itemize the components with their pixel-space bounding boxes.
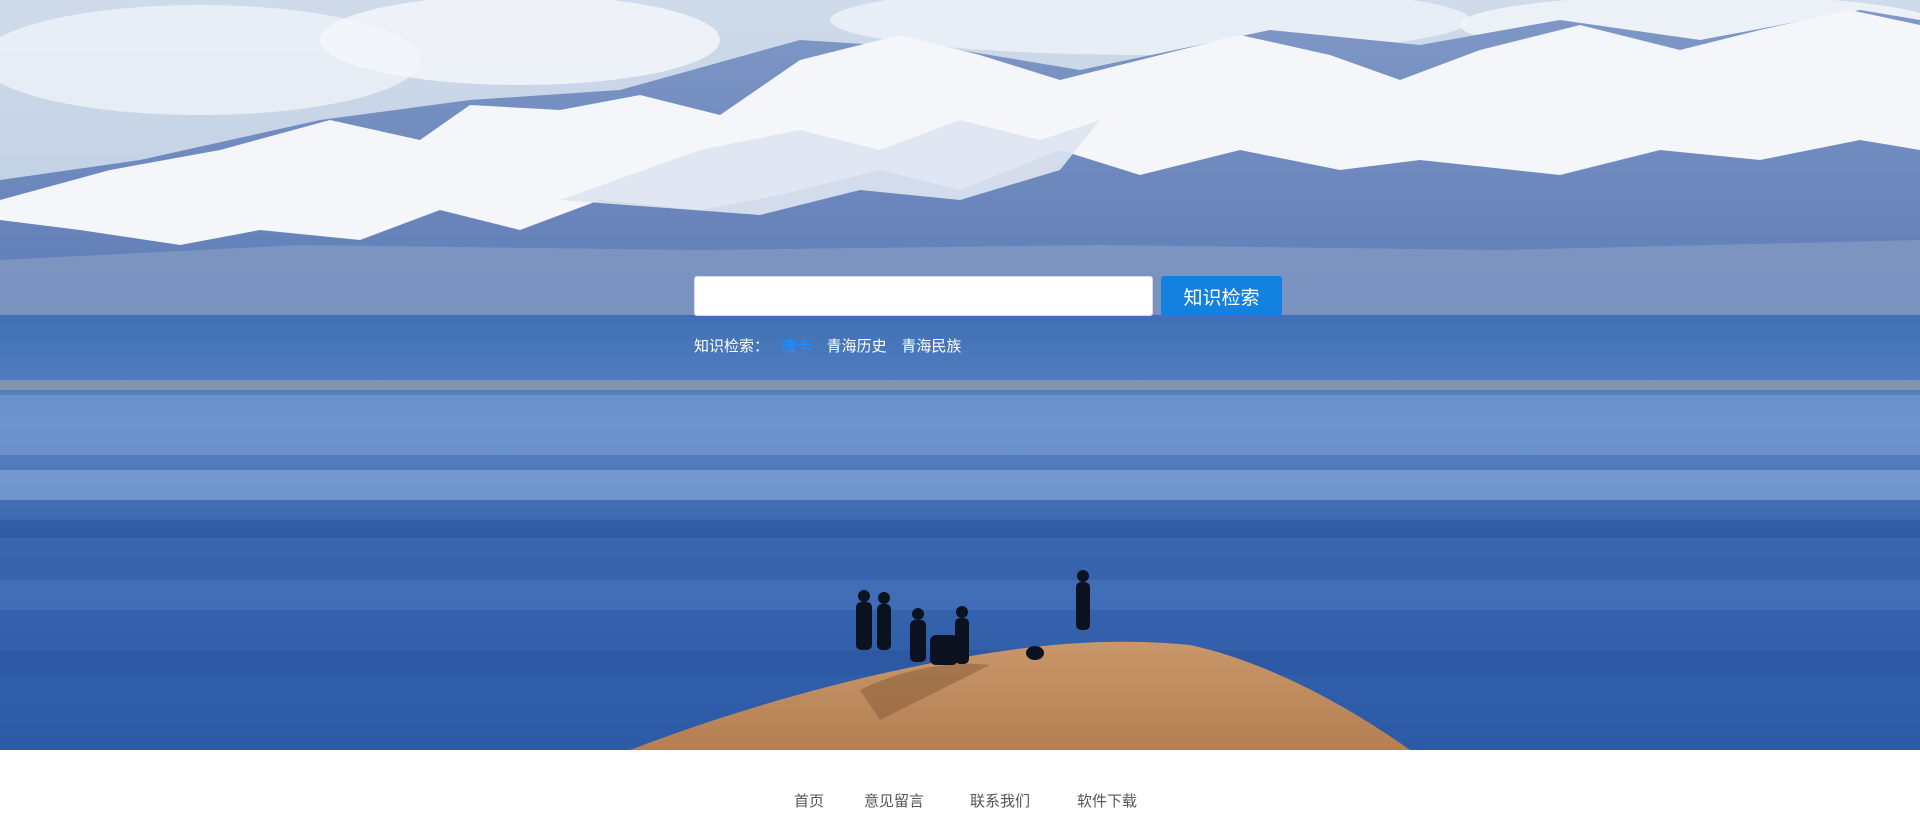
quick-link-thangka[interactable]: 唐卡 bbox=[782, 335, 812, 356]
quick-search-links: 知识检索： 唐卡 青海历史 青海民族 bbox=[694, 335, 971, 357]
search-bar: 知识检索 bbox=[694, 276, 1284, 316]
search-input[interactable] bbox=[694, 276, 1153, 316]
footer-link-download[interactable]: 软件下载 bbox=[1077, 790, 1137, 811]
quick-link-qinghai-ethnic[interactable]: 青海民族 bbox=[901, 335, 961, 356]
footer-link-feedback[interactable]: 意见留言 bbox=[864, 790, 924, 811]
landscape-illustration bbox=[0, 0, 1920, 750]
footer-link-home[interactable]: 首页 bbox=[794, 790, 824, 811]
hero-background-image bbox=[0, 0, 1920, 750]
quick-search-label: 知识检索： bbox=[694, 337, 770, 355]
knowledge-search-button[interactable]: 知识检索 bbox=[1161, 276, 1282, 316]
footer-nav: 首页 意见留言 联系我们 软件下载 bbox=[0, 790, 1920, 814]
quick-link-qinghai-history[interactable]: 青海历史 bbox=[827, 335, 887, 356]
footer-link-contact[interactable]: 联系我们 bbox=[970, 790, 1030, 811]
